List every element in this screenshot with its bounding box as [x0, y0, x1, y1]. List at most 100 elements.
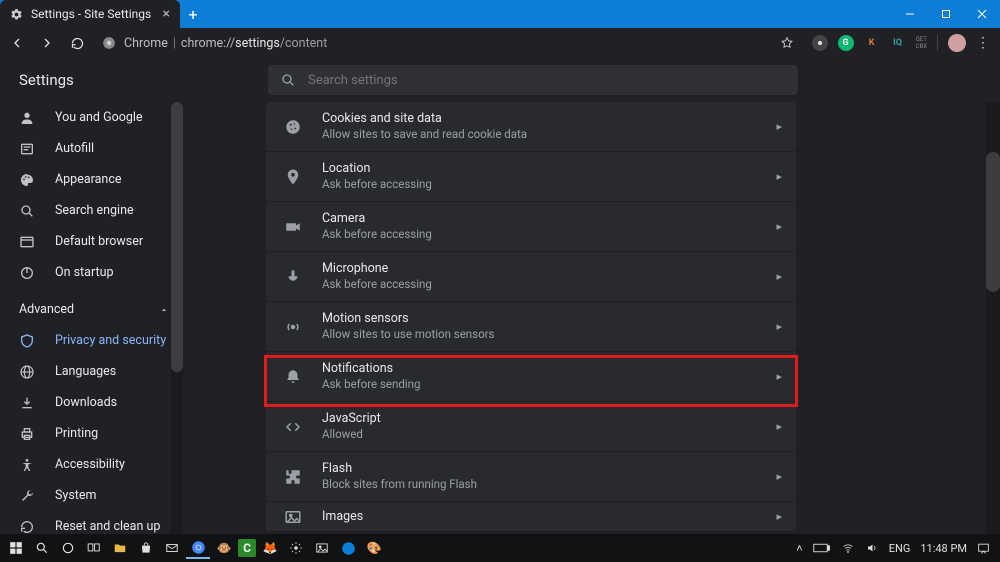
- back-button[interactable]: [6, 32, 28, 54]
- chevron-right-icon: ▸: [776, 270, 782, 283]
- system-tray[interactable]: ˄ ENG 11:48 PM: [796, 542, 996, 555]
- tray-lang[interactable]: ENG: [889, 542, 911, 555]
- chevron-right-icon: ▸: [776, 370, 782, 383]
- taskbar-app-camtasia[interactable]: C: [238, 539, 256, 557]
- setting-row-flash[interactable]: FlashBlock sites from running Flash ▸: [266, 452, 796, 502]
- tray-wifi-icon[interactable]: [841, 542, 855, 554]
- taskbar-app-edge[interactable]: [336, 537, 360, 559]
- tray-chevron-icon[interactable]: ˄: [796, 542, 802, 555]
- sidebar-advanced-toggle[interactable]: Advanced: [0, 294, 183, 325]
- tray-volume-icon[interactable]: [865, 542, 879, 554]
- browser-tab[interactable]: Settings - Site Settings ×: [0, 0, 180, 28]
- taskbar-app-store[interactable]: [134, 537, 158, 559]
- sidebar-item-downloads[interactable]: Downloads: [0, 387, 183, 418]
- download-icon: [19, 395, 35, 411]
- sidebar-item-appearance[interactable]: Appearance: [0, 164, 183, 195]
- globe-icon: [19, 364, 35, 380]
- taskbar-app-paint[interactable]: 🎨: [362, 537, 386, 559]
- sidebar-item-printing[interactable]: Printing: [0, 418, 183, 449]
- setting-row-javascript[interactable]: JavaScriptAllowed ▸: [266, 402, 796, 452]
- wrench-icon: [19, 488, 35, 504]
- forward-button[interactable]: [36, 32, 58, 54]
- window-close-button[interactable]: [964, 0, 1000, 28]
- shield-icon: [19, 333, 35, 349]
- sensor-icon: [284, 318, 302, 336]
- sidebar-item-label: Autofill: [55, 141, 94, 156]
- address-bar[interactable]: Chrome|chrome://settings/content: [96, 32, 804, 54]
- setting-row-cookies[interactable]: Cookies and site dataAllow sites to save…: [266, 102, 796, 152]
- reload-button[interactable]: [66, 32, 88, 54]
- microphone-icon: [284, 268, 302, 286]
- setting-row-notifications[interactable]: NotificationsAsk before sending ▸: [266, 352, 796, 402]
- code-icon: [284, 418, 302, 436]
- extension-camera-icon[interactable]: [812, 35, 828, 51]
- main-scrollbar[interactable]: [986, 102, 1000, 534]
- window-minimize-button[interactable]: [892, 0, 928, 28]
- menu-kebab-icon[interactable]: ⋮: [976, 35, 990, 51]
- power-icon: [19, 265, 35, 281]
- sidebar-item-label: Accessibility: [55, 457, 125, 472]
- extension-cbx-icon[interactable]: GETCBX: [916, 36, 927, 50]
- sidebar-item-accessibility[interactable]: Accessibility: [0, 449, 183, 480]
- sidebar-item-privacy-security[interactable]: Privacy and security: [0, 325, 183, 356]
- tray-time[interactable]: 11:48 PM: [920, 542, 967, 555]
- location-icon: [284, 168, 302, 186]
- cortana-icon[interactable]: [56, 537, 80, 559]
- window-maximize-button[interactable]: [928, 0, 964, 28]
- taskbar-app-explorer[interactable]: [108, 537, 132, 559]
- sidebar-item-label: Printing: [55, 426, 98, 441]
- tab-title: Settings - Site Settings: [31, 7, 151, 21]
- taskbar-app-generic-1[interactable]: 🐵: [212, 537, 236, 559]
- sidebar-item-you-and-google[interactable]: You and Google: [0, 102, 183, 133]
- chevron-right-icon: ▸: [776, 220, 782, 233]
- bookmark-star-icon[interactable]: [780, 36, 794, 50]
- extension-iq-icon[interactable]: IQ: [890, 35, 906, 51]
- setting-row-camera[interactable]: CameraAsk before accessing ▸: [266, 202, 796, 252]
- taskbar-app-generic-2[interactable]: 🦊: [258, 537, 282, 559]
- chevron-right-icon: ▸: [776, 170, 782, 183]
- sidebar-item-on-startup[interactable]: On startup: [0, 257, 183, 288]
- close-tab-icon[interactable]: ×: [163, 6, 170, 22]
- accessibility-icon: [19, 457, 35, 473]
- autofill-icon: [19, 141, 35, 157]
- profile-avatar[interactable]: [948, 34, 966, 52]
- image-icon: [284, 508, 302, 526]
- sidebar-item-label: Downloads: [55, 395, 117, 410]
- taskbar-app-mail[interactable]: [160, 537, 184, 559]
- sidebar-item-label: Default browser: [55, 234, 143, 249]
- sidebar-item-default-browser[interactable]: Default browser: [0, 226, 183, 257]
- sidebar-item-reset[interactable]: Reset and clean up: [0, 511, 183, 534]
- taskbar-app-settings[interactable]: [284, 537, 308, 559]
- sidebar-item-system[interactable]: System: [0, 480, 183, 511]
- search-taskbar-icon[interactable]: [30, 537, 54, 559]
- tray-notifications-icon[interactable]: [977, 542, 990, 555]
- sidebar-item-autofill[interactable]: Autofill: [0, 133, 183, 164]
- sidebar-scrollbar[interactable]: [171, 102, 183, 534]
- sidebar-item-languages[interactable]: Languages: [0, 356, 183, 387]
- sidebar-item-label: Search engine: [55, 203, 134, 218]
- sidebar-item-search-engine[interactable]: Search engine: [0, 195, 183, 226]
- taskbar-app-chrome[interactable]: [186, 537, 210, 559]
- setting-row-location[interactable]: LocationAsk before accessing ▸: [266, 152, 796, 202]
- settings-search-input[interactable]: [308, 73, 786, 88]
- new-tab-button[interactable]: +: [180, 0, 206, 28]
- extension-grammarly-icon[interactable]: G: [838, 35, 854, 51]
- search-icon: [280, 72, 296, 88]
- chevron-up-icon: [159, 305, 169, 315]
- sidebar-item-label: On startup: [55, 265, 113, 280]
- gear-icon: [10, 8, 23, 21]
- taskbar-app-photos[interactable]: [310, 537, 334, 559]
- setting-row-motion-sensors[interactable]: Motion sensorsAllow sites to use motion …: [266, 302, 796, 352]
- setting-row-microphone[interactable]: MicrophoneAsk before accessing ▸: [266, 252, 796, 302]
- tray-battery-icon[interactable]: [813, 543, 831, 553]
- settings-search[interactable]: [268, 65, 798, 95]
- start-button[interactable]: [4, 537, 28, 559]
- extension-k-icon[interactable]: K: [864, 35, 880, 51]
- setting-row-images[interactable]: Images ▸: [266, 502, 796, 532]
- extension-icons: G K IQ GETCBX ⋮: [812, 34, 994, 52]
- settings-main: Cookies and site dataAllow sites to save…: [183, 102, 1000, 534]
- search-icon: [19, 203, 35, 219]
- chevron-right-icon: ▸: [776, 320, 782, 333]
- cookie-icon: [284, 118, 302, 136]
- task-view-icon[interactable]: [82, 537, 106, 559]
